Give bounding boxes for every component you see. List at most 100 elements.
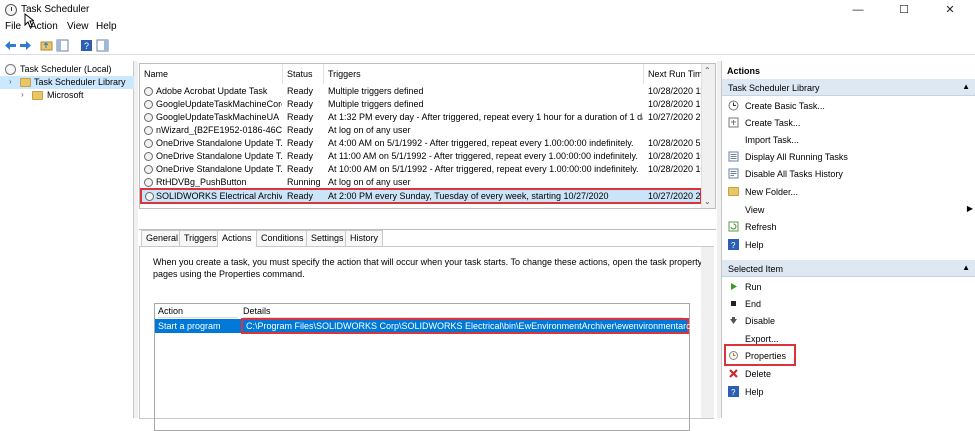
column-header-next-run-time[interactable]: Next Run Time [644,64,708,84]
task-name: nWizard_{B2FE1952-0186-46C3... [156,125,282,135]
action-label: Properties [745,351,787,361]
task-next-run: 10/28/2020 10: [648,151,702,161]
action-help-selected[interactable]: ? Help [722,383,975,400]
scroll-up-icon[interactable]: ⌃ [704,66,711,75]
refresh-icon [728,221,739,232]
new-folder-icon [728,187,739,196]
task-detail-pane: General Triggers Actions Conditions Sett… [139,229,717,431]
task-list-scrollbar[interactable]: ⌃ ⌄ [701,64,715,208]
task-triggers: At 2:00 PM every Sunday, Tuesday of ever… [328,191,609,201]
column-header-details[interactable]: Details [243,304,683,318]
forward-arrow-icon[interactable] [19,39,32,52]
create-basic-task-icon [728,100,739,111]
menu-help[interactable]: Help [96,21,117,32]
close-button[interactable]: ✕ [927,0,973,20]
task-icon [144,126,153,135]
menu-file[interactable]: File [5,21,21,32]
task-status: Ready [287,151,314,161]
task-row[interactable]: GoogleUpdateTaskMachineUA Ready At 1:32 … [140,111,702,124]
task-status: Running [287,177,321,187]
tab-settings[interactable]: Settings [306,230,349,246]
tree-item-microsoft[interactable]: › Microsoft [0,89,134,102]
menu-view[interactable]: View [67,21,89,32]
action-create-task[interactable]: Create Task... [722,114,975,131]
tab-actions[interactable]: Actions [217,230,257,247]
task-row[interactable]: nWizard_{B2FE1952-0186-46C3... Ready At … [140,124,702,137]
back-arrow-icon[interactable] [4,39,17,52]
left-splitter[interactable] [134,61,138,418]
create-task-icon [728,117,739,128]
scroll-down-icon[interactable]: ⌄ [704,197,711,206]
task-row[interactable]: Adobe Acrobat Update Task Ready Multiple… [140,85,702,98]
task-name: OneDrive Standalone Update T... [156,138,282,148]
tab-general[interactable]: General [141,230,184,246]
column-header-name[interactable]: Name [140,64,283,84]
detail-scrollbar[interactable] [701,247,714,418]
action-delete[interactable]: Delete [722,365,975,382]
up-folder-icon[interactable] [40,39,53,52]
action-label: Import Task... [745,135,799,145]
column-header-triggers[interactable]: Triggers [324,64,644,84]
action-properties[interactable]: Properties [722,344,975,366]
menu-action[interactable]: Action [30,21,58,32]
details-highlight-box: C:\Program Files\SOLIDWORKS Corp\SOLIDWO… [241,318,717,334]
tasks-history-icon [728,168,739,179]
task-next-run: 10/28/2020 10: [648,164,702,174]
action-label: Help [745,240,764,250]
action-label: Create Task... [745,118,801,128]
action-label: Run [745,282,762,292]
properties-icon [729,351,738,360]
task-scheduler-app-icon [5,4,17,16]
tab-triggers[interactable]: Triggers [179,230,222,246]
task-next-run: 10/27/2020 2:0 [648,191,702,201]
action-label: Refresh [745,222,777,232]
action-row-selected[interactable]: Start a program C:\Program Files\SOLIDWO… [155,318,717,334]
minimize-button[interactable]: — [835,0,881,20]
action-import-task[interactable]: Import Task... [722,131,975,148]
task-name: GoogleUpdateTaskMachineCore [156,99,282,109]
collapse-triangle-icon[interactable]: ▲ [962,82,970,91]
tab-history[interactable]: History [345,230,384,246]
actions-table: Action Details Start a program C:\Progra… [154,303,717,431]
section-selected-item[interactable]: Selected Item ▲ [722,260,975,277]
actions-instruction-line2: pages using the Properties command. [153,269,305,279]
task-name: SOLIDWORKS Electrical Archiver [156,191,282,201]
svg-text:?: ? [731,241,736,250]
task-icon [144,152,153,161]
tree-item-label: Microsoft [47,90,84,100]
title-bar: Task Scheduler — ☐ ✕ [0,0,975,20]
action-display-running-tasks[interactable]: Display All Running Tasks [722,148,975,165]
action-create-basic-task[interactable]: Create Basic Task... [722,97,975,114]
task-row[interactable]: GoogleUpdateTaskMachineCore Ready Multip… [140,98,702,111]
task-row-selected[interactable]: SOLIDWORKS Electrical Archiver Ready At … [140,188,702,204]
section-task-scheduler-library[interactable]: Task Scheduler Library ▲ [722,79,975,96]
action-new-folder[interactable]: New Folder... [722,183,975,200]
mouse-cursor-icon [24,13,34,28]
column-header-action[interactable]: Action [158,304,238,318]
tree-item-task-scheduler-library[interactable]: › Task Scheduler Library [0,76,134,89]
action-label: Delete [745,369,772,379]
action-disable[interactable]: Disable [722,312,975,329]
action-run[interactable]: Run [722,278,975,295]
tab-conditions[interactable]: Conditions [256,230,309,246]
action-refresh[interactable]: Refresh [722,218,975,235]
column-header-status[interactable]: Status [283,64,324,84]
show-hide-console-tree-icon[interactable] [56,39,69,52]
task-next-run: 10/28/2020 1:3 [648,99,702,109]
collapse-triangle-icon[interactable]: ▲ [962,263,970,272]
show-hide-action-pane-icon[interactable] [96,39,109,52]
action-view[interactable]: View ▶ [722,201,975,218]
action-end[interactable]: End [722,295,975,312]
tree-item-task-scheduler-local[interactable]: Task Scheduler (Local) [0,63,134,76]
help-icon[interactable]: ? [80,39,93,52]
task-triggers: At 4:00 AM on 5/1/1992 - After triggered… [328,138,634,148]
folder-icon [20,78,31,87]
action-help[interactable]: ? Help [722,236,975,253]
task-row[interactable]: OneDrive Standalone Update T... Ready At… [140,150,702,163]
maximize-button[interactable]: ☐ [881,0,927,20]
task-row[interactable]: OneDrive Standalone Update T... Ready At… [140,163,702,176]
chevron-right-icon[interactable]: › [21,90,24,99]
action-disable-tasks-history[interactable]: Disable All Tasks History [722,165,975,182]
task-row[interactable]: OneDrive Standalone Update T... Ready At… [140,137,702,150]
chevron-right-icon[interactable]: › [9,77,12,86]
